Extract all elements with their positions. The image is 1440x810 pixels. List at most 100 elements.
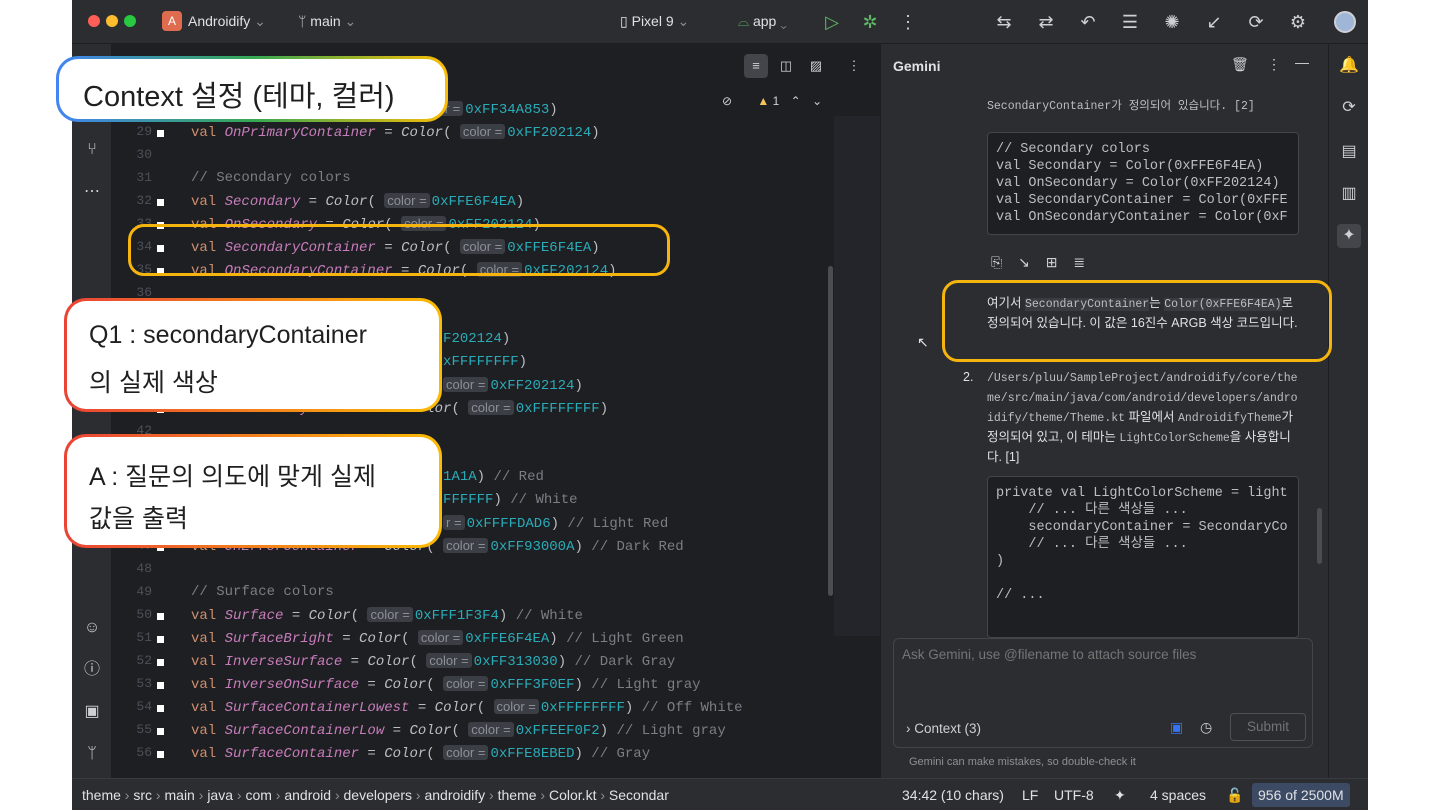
run-icon[interactable]: ▷ [820, 10, 844, 34]
submit-button[interactable]: Submit [1230, 713, 1306, 741]
split-view-icon[interactable]: ◫ [774, 54, 798, 78]
copy-icon[interactable]: ⎘ [991, 254, 1002, 270]
commit-icon[interactable]: ⑂ [80, 138, 104, 162]
minimap[interactable] [834, 116, 880, 636]
android-tool-icon[interactable]: ☺ [80, 616, 104, 640]
code-line[interactable]: val SurfaceContainerLow = Color( color =… [191, 722, 726, 739]
code-line[interactable]: // Surface colors [191, 584, 334, 600]
breadcrumb-item[interactable]: theme [498, 787, 537, 803]
gemini-scrollbar[interactable] [1317, 508, 1322, 564]
breadcrumb-item[interactable]: Color.kt [549, 787, 596, 803]
color-swatch[interactable] [157, 199, 164, 206]
code-line[interactable]: val OnPrimaryContainer = Color( color = 0… [191, 124, 600, 141]
color-swatch[interactable] [157, 636, 164, 643]
gemini-sparkle-icon[interactable]: ✦ [1337, 224, 1361, 248]
editor-scrollbar[interactable] [828, 266, 833, 596]
breadcrumb-item[interactable]: theme [82, 787, 121, 803]
problems-icon[interactable]: ⓘ [80, 658, 104, 682]
breadcrumb-item[interactable]: developers [344, 787, 413, 803]
prompt-input[interactable] [902, 647, 1302, 697]
breadcrumb-item[interactable]: main [165, 787, 195, 803]
color-swatch[interactable] [157, 659, 164, 666]
design-view-icon[interactable]: ▨ [804, 54, 828, 78]
insert-icon[interactable]: ↘ [1018, 254, 1030, 270]
android-icon: ⌓ [738, 13, 750, 29]
code-token: ) [550, 516, 568, 532]
breadcrumb-item[interactable]: android [284, 787, 331, 803]
indent-setting[interactable]: 4 spaces [1150, 787, 1206, 803]
notifications-icon[interactable]: 🔔 [1337, 54, 1361, 78]
history-icon[interactable]: ◷ [1200, 719, 1212, 736]
panel-more-icon[interactable]: ⋮ [1267, 56, 1281, 73]
more-tools-icon[interactable]: ⋯ [80, 180, 104, 204]
breadcrumb-item[interactable]: src [133, 787, 152, 803]
bug-icon[interactable]: ✺ [1160, 10, 1184, 34]
breadcrumb-item[interactable]: com [245, 787, 271, 803]
color-swatch[interactable] [157, 751, 164, 758]
breadcrumb-item[interactable]: java [207, 787, 233, 803]
device-explorer-icon[interactable]: ▥ [1337, 182, 1361, 206]
user-avatar[interactable] [1334, 11, 1356, 33]
minimize-panel-icon[interactable]: — [1295, 54, 1309, 70]
layout-inspector-icon[interactable]: ☰ [1118, 10, 1142, 34]
sparkle-status-icon[interactable]: ✦ [1114, 787, 1126, 804]
chevron-up-icon[interactable]: ⌃ [791, 94, 801, 108]
code-line[interactable]: // Secondary colors [191, 170, 351, 186]
more-icon[interactable]: ⋮ [896, 10, 920, 34]
new-file-icon[interactable]: ⊞ [1046, 254, 1058, 270]
apply-changes-icon[interactable]: ⇆ [992, 10, 1016, 34]
color-swatch[interactable] [157, 130, 164, 137]
line-separator[interactable]: LF [1022, 787, 1038, 803]
code-line[interactable]: val SurfaceContainer = Color( color = 0xF… [191, 745, 650, 762]
code-token: ( [401, 631, 418, 647]
line-number: 49 [136, 584, 152, 599]
lock-icon[interactable]: 🔓 [1226, 787, 1243, 804]
chevron-down-icon[interactable]: ⌄ [812, 94, 822, 108]
color-swatch[interactable] [157, 682, 164, 689]
close-window-button[interactable] [88, 15, 100, 27]
line-number: 48 [136, 561, 152, 576]
explain-icon[interactable]: ≣ [1073, 254, 1085, 270]
minimize-window-button[interactable] [106, 15, 118, 27]
code-line[interactable]: val Surface = Color( color = 0xFFF1F3F4) … [191, 607, 583, 624]
breadcrumb-item[interactable]: Secondar [609, 787, 669, 803]
code-line[interactable]: val SurfaceBright = Color( color = 0xFFE6… [191, 630, 684, 647]
color-swatch[interactable] [157, 728, 164, 735]
device-manager-icon[interactable]: ⟳ [1337, 96, 1361, 120]
code-line[interactable]: val SurfaceContainerLowest = Color( colo… [191, 699, 743, 716]
memory-indicator[interactable]: 956 of 2500M [1252, 783, 1350, 807]
running-devices-icon[interactable]: ▤ [1337, 140, 1361, 164]
image-attach-icon[interactable]: ▣ [1170, 719, 1183, 736]
caret-position[interactable]: 34:42 (10 chars) [902, 787, 1004, 803]
zoom-window-button[interactable] [124, 15, 136, 27]
gemini-panel: Gemini 🗑 ⋮ — SecondaryContainer가 정의되어 있습… [880, 44, 1328, 778]
code-line[interactable]: val Secondary = Color( color = 0xFFE6F4EA… [191, 193, 524, 210]
code-token: 0xFF202124 [507, 125, 592, 141]
gemini-input-box[interactable]: › Context (3) ▣ ◷ Submit [893, 638, 1313, 748]
trash-icon[interactable]: 🗑 [1231, 56, 1249, 73]
inspection-widget[interactable]: ⊘ ▲ 1 ⌃ ⌄ [722, 94, 842, 114]
code-line[interactable]: val InverseSurface = Color( color = 0xFF3… [191, 653, 675, 670]
breadcrumb-item[interactable]: androidify [424, 787, 485, 803]
arrow-down-left-icon[interactable]: ↙ [1202, 10, 1226, 34]
terminal-icon[interactable]: ▣ [80, 700, 104, 724]
color-swatch[interactable] [157, 613, 164, 620]
file-encoding[interactable]: UTF-8 [1054, 787, 1094, 803]
code-view-icon[interactable]: ≡ [744, 54, 768, 78]
editor-more-icon[interactable]: ⋮ [842, 54, 866, 78]
git-icon[interactable]: ᛘ [80, 742, 104, 766]
code-token: 0xFFE6F4EA [431, 194, 516, 210]
debug-icon[interactable]: ✲ [858, 10, 882, 34]
branch-selector[interactable]: ᛘ main ⌄ [298, 13, 356, 30]
inlay-hint: color = [468, 722, 514, 737]
project-name[interactable]: Androidify ⌄ [188, 13, 266, 30]
color-swatch[interactable] [157, 705, 164, 712]
apply-code-changes-icon[interactable]: ⇄ [1034, 10, 1058, 34]
gear-icon[interactable]: ⚙ [1286, 10, 1310, 34]
code-line[interactable]: val InverseOnSurface = Color( color = 0xF… [191, 676, 701, 693]
sync-icon[interactable]: ⟳ [1244, 10, 1268, 34]
device-selector[interactable]: ▯ Pixel 9 ⌄ [620, 13, 689, 30]
context-toggle[interactable]: › Context (3) [906, 721, 981, 736]
run-config-selector[interactable]: ⌓ app ⌄ [738, 13, 787, 30]
translate-icon[interactable]: ↶ [1076, 10, 1100, 34]
